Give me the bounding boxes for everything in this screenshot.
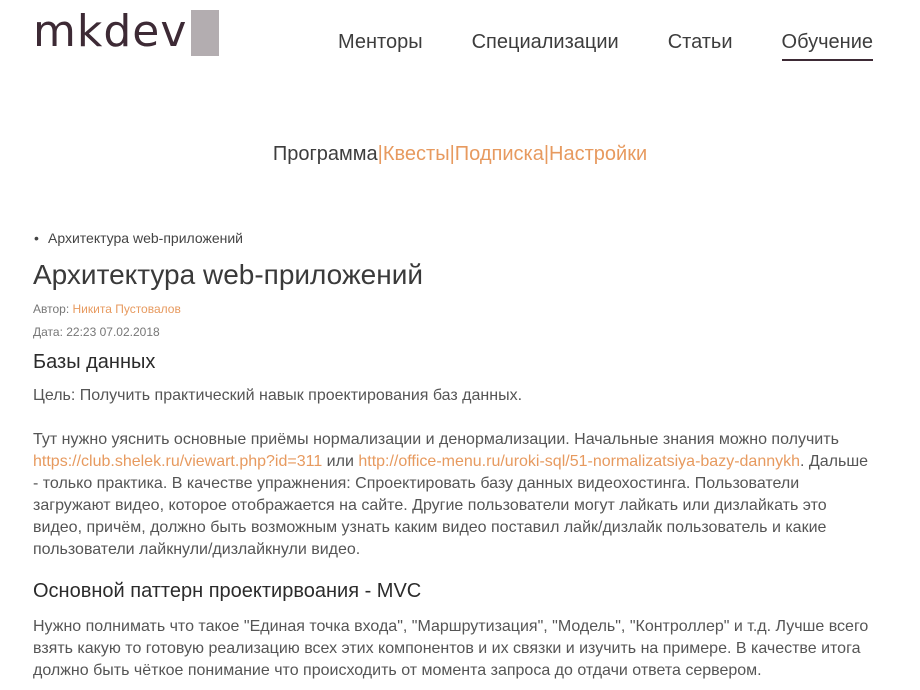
article-author: Автор: Никита Пустовалов [33,302,181,316]
breadcrumb-bullet: • [34,230,39,246]
link-office-menu[interactable]: http://office-menu.ru/uroki-sql/51-norma… [358,453,800,470]
logo[interactable]: mkdev [33,6,220,58]
main-nav: Менторы Специализации Статьи Обучение [338,30,873,61]
paragraph-text: или [326,453,354,470]
logo-mark [191,10,220,56]
article-date: Дата: 22:23 07.02.2018 [33,325,160,339]
databases-paragraph: Тут нужно уяснить основные приёмы нормал… [33,429,873,561]
subnav-item-subscription[interactable]: Подписка [455,143,544,165]
section-title-mvc: Основной паттерн проектирвоания - MVC [33,580,422,602]
breadcrumb-item[interactable]: Архитектура web-приложений [48,230,243,246]
subnav-item-quests[interactable]: Квесты [383,143,450,165]
subnav-item-program[interactable]: Программа [273,143,378,165]
author-label: Автор: [33,302,70,316]
author-link[interactable]: Никита Пустовалов [73,302,181,316]
link-shelek[interactable]: https://club.shelek.ru/viewart.php?id=31… [33,453,322,470]
subnav-item-settings[interactable]: Настройки [549,143,647,165]
mvc-paragraph: Нужно полнимать что такое "Единая точка … [33,618,869,679]
paragraph-text: Тут нужно уяснить основные приёмы нормал… [33,431,839,448]
nav-item-specializations[interactable]: Специализации [472,30,619,61]
nav-item-learning[interactable]: Обучение [781,30,873,61]
sub-nav: Программа|Квесты|Подписка|Настройки [0,141,920,167]
nav-item-articles[interactable]: Статьи [668,30,733,61]
page-title: Архитектура web-приложений [33,259,423,290]
section-title-databases: Базы данных [33,351,156,373]
nav-item-mentors[interactable]: Менторы [338,30,423,61]
goal-paragraph: Цель: Получить практический навык проект… [33,387,523,404]
logo-text: mkdev [33,6,188,57]
